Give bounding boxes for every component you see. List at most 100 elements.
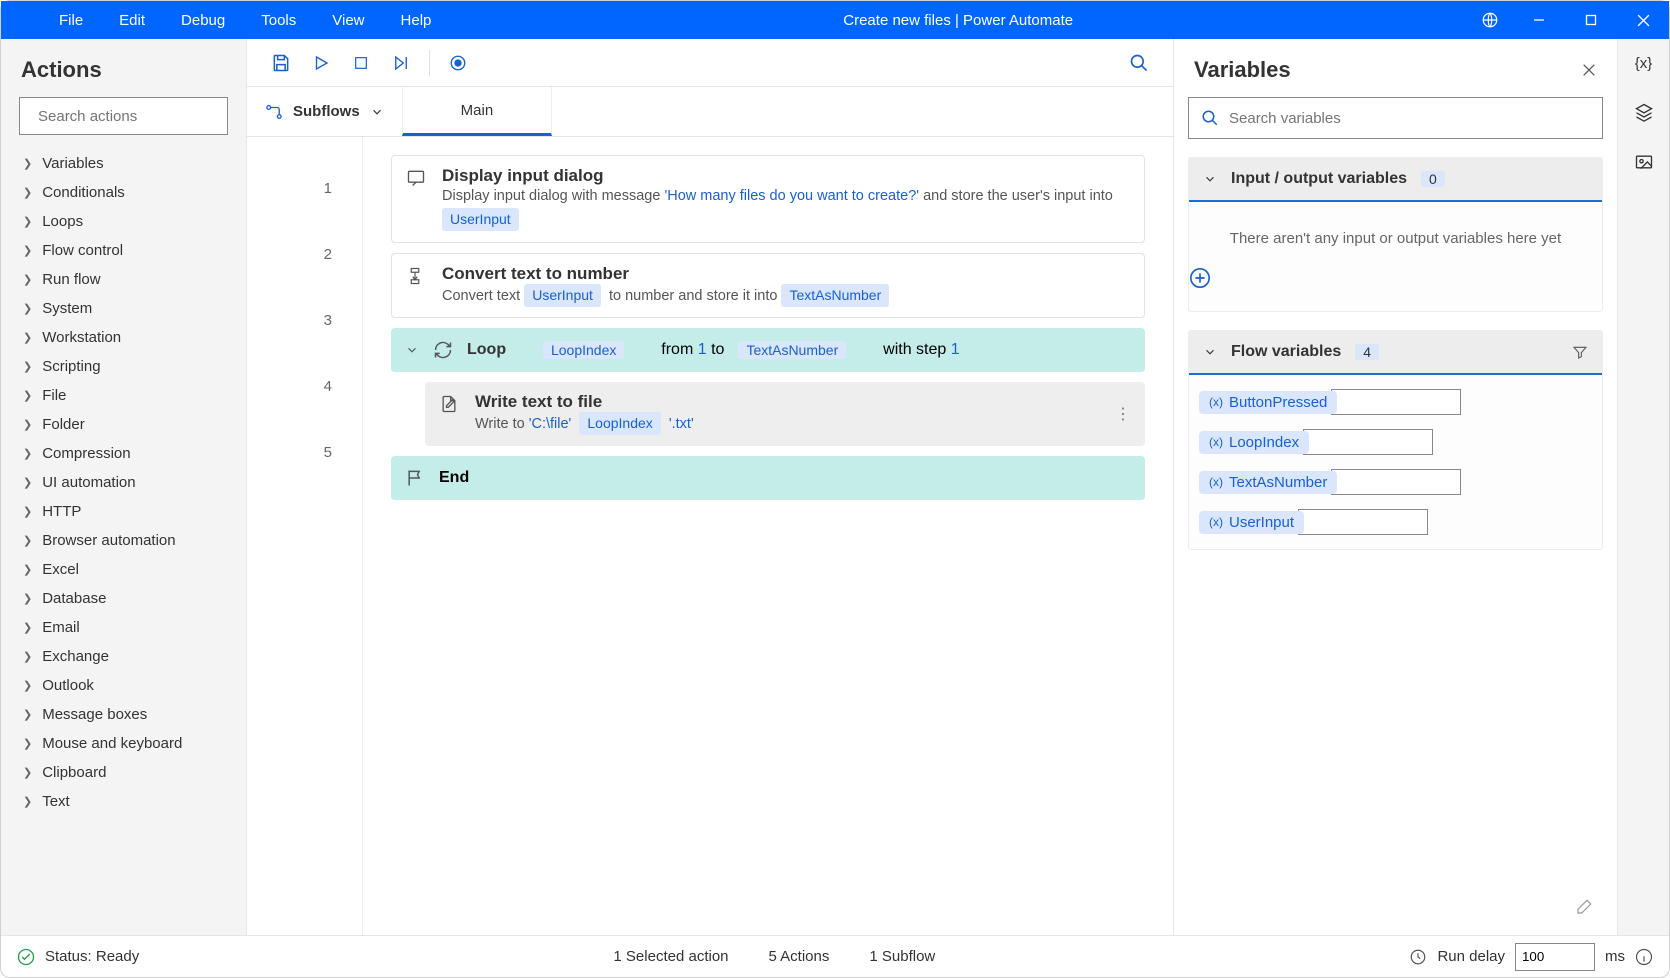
rail-layers-icon[interactable] [1634, 102, 1654, 122]
action-category[interactable]: ❯Scripting [1, 352, 240, 381]
action-category[interactable]: ❯Outlook [1, 671, 240, 700]
flow-variables-header[interactable]: Flow variables 4 [1189, 331, 1602, 375]
io-variables-header[interactable]: Input / output variables 0 [1189, 158, 1602, 202]
chevron-right-icon: ❯ [23, 563, 32, 576]
action-category[interactable]: ❯Workstation [1, 323, 240, 352]
step-end[interactable]: End [391, 456, 1145, 500]
run-button[interactable] [301, 43, 341, 83]
chevron-right-icon: ❯ [23, 708, 32, 721]
action-categories[interactable]: ❯Variables❯Conditionals❯Loops❯Flow contr… [1, 149, 246, 935]
flag-icon [405, 468, 425, 488]
subflows-dropdown[interactable]: Subflows [247, 87, 402, 136]
info-icon[interactable] [1635, 948, 1653, 966]
action-category[interactable]: ❯Loops [1, 207, 240, 236]
dialog-icon [406, 166, 428, 188]
rail-images-icon[interactable] [1634, 152, 1654, 172]
menu-tools[interactable]: Tools [243, 12, 314, 29]
add-io-variable-button[interactable] [1189, 257, 1602, 311]
variables-search[interactable] [1188, 97, 1603, 139]
action-category[interactable]: ❯Email [1, 613, 240, 642]
flow-variable[interactable]: (x) LoopIndex [1199, 429, 1592, 455]
rail-variables-icon[interactable]: {x} [1635, 55, 1653, 72]
step-title: End [439, 469, 469, 487]
close-icon[interactable] [1581, 62, 1597, 78]
filter-icon[interactable] [1572, 344, 1588, 360]
subflow-icon [265, 103, 283, 121]
run-delay-input[interactable] [1515, 943, 1595, 971]
variable-token: UserInput [524, 284, 601, 307]
action-category[interactable]: ❯Clipboard [1, 758, 240, 787]
menu-file[interactable]: File [41, 12, 101, 29]
action-category[interactable]: ❯Database [1, 584, 240, 613]
flow-variable[interactable]: (x) UserInput [1199, 509, 1592, 535]
step-more-button[interactable]: ⋮ [1115, 404, 1131, 424]
chevron-down-icon [1203, 345, 1217, 359]
actions-heading: Actions [1, 49, 246, 97]
maximize-button[interactable] [1565, 1, 1617, 39]
right-rail: {x} [1617, 39, 1669, 935]
action-category[interactable]: ❯UI automation [1, 468, 240, 497]
chevron-right-icon: ❯ [23, 650, 32, 663]
chevron-down-icon [405, 343, 419, 357]
chevron-right-icon: ❯ [23, 766, 32, 779]
flow-variable[interactable]: (x) ButtonPressed [1199, 389, 1592, 415]
actions-search[interactable] [19, 97, 228, 135]
save-button[interactable] [261, 43, 301, 83]
action-category[interactable]: ❯HTTP [1, 497, 240, 526]
variable-token: LoopIndex [543, 341, 624, 359]
step-write-text-to-file[interactable]: Write text to file Write to 'C:\file' Lo… [425, 382, 1145, 446]
step-display-input-dialog[interactable]: Display input dialog Display input dialo… [391, 155, 1145, 243]
action-category[interactable]: ❯Folder [1, 410, 240, 439]
convert-icon [406, 264, 428, 286]
step-title: Loop [467, 341, 506, 359]
chevron-right-icon: ❯ [23, 737, 32, 750]
tab-main[interactable]: Main [402, 87, 553, 136]
stop-button[interactable] [341, 43, 381, 83]
status-subflows: 1 Subflow [869, 948, 935, 965]
record-button[interactable] [438, 43, 478, 83]
variables-search-input[interactable] [1229, 110, 1590, 127]
flow-variable[interactable]: (x) TextAsNumber [1199, 469, 1592, 495]
action-category[interactable]: ❯Variables [1, 149, 240, 178]
action-category[interactable]: ❯Flow control [1, 236, 240, 265]
menu-debug[interactable]: Debug [163, 12, 243, 29]
step-loop[interactable]: Loop LoopIndex from 1 to TextAsNumber wi… [391, 328, 1145, 372]
subflows-label: Subflows [293, 103, 360, 120]
menu-help[interactable]: Help [383, 12, 450, 29]
actions-search-input[interactable] [38, 108, 237, 125]
chevron-right-icon: ❯ [23, 302, 32, 315]
action-category[interactable]: ❯File [1, 381, 240, 410]
action-category[interactable]: ❯Conditionals [1, 178, 240, 207]
chevron-down-icon [1203, 172, 1217, 186]
action-category[interactable]: ❯Message boxes [1, 700, 240, 729]
chevron-right-icon: ❯ [23, 679, 32, 692]
close-button[interactable] [1617, 1, 1669, 39]
action-category[interactable]: ❯Exchange [1, 642, 240, 671]
action-category[interactable]: ❯System [1, 294, 240, 323]
variable-token: UserInput [442, 208, 519, 231]
step-convert-text-to-number[interactable]: Convert text to number Convert text User… [391, 253, 1145, 319]
line-number: 2 [247, 221, 362, 287]
action-category[interactable]: ❯Compression [1, 439, 240, 468]
menu-view[interactable]: View [314, 12, 382, 29]
action-category[interactable]: ❯Excel [1, 555, 240, 584]
menu-edit[interactable]: Edit [101, 12, 163, 29]
clock-icon [1409, 948, 1427, 966]
action-category[interactable]: ❯Browser automation [1, 526, 240, 555]
statusbar: Status: Ready 1 Selected action 5 Action… [1, 935, 1669, 977]
flow-variables-list: (x) ButtonPressed (x) LoopIndex (x) TextAs… [1189, 375, 1602, 549]
search-flow-button[interactable] [1119, 43, 1159, 83]
chevron-right-icon: ❯ [23, 534, 32, 547]
subflow-bar: Subflows Main [247, 87, 1173, 137]
run-delay-label: Run delay [1437, 948, 1505, 965]
step-button[interactable] [381, 43, 421, 83]
minimize-button[interactable] [1513, 1, 1565, 39]
flow-canvas[interactable]: 12345 Display input dialog Display input… [247, 137, 1173, 935]
action-category[interactable]: ❯Run flow [1, 265, 240, 294]
action-category[interactable]: ❯Text [1, 787, 240, 816]
environment-indicator[interactable] [1467, 11, 1513, 29]
step-title: Display input dialog [442, 166, 1130, 186]
eraser-icon[interactable] [1188, 898, 1603, 925]
action-category[interactable]: ❯Mouse and keyboard [1, 729, 240, 758]
line-number: 4 [247, 353, 362, 419]
